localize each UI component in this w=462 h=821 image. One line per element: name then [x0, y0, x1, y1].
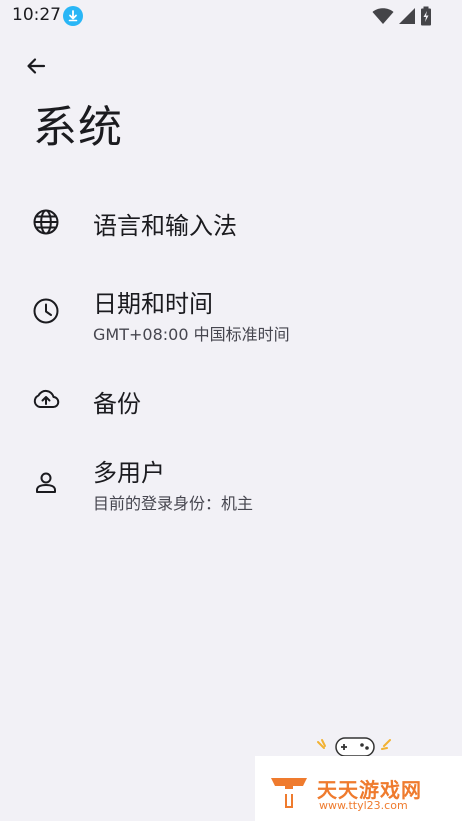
clock-icon	[32, 297, 60, 325]
settings-item-language[interactable]: 语言和输入法	[0, 185, 462, 261]
status-icons	[372, 6, 432, 30]
page-title: 系统	[33, 102, 123, 153]
back-button[interactable]	[20, 52, 52, 84]
settings-item-subtitle: GMT+08:00 中国标准时间	[93, 325, 290, 344]
tt-logo-icon	[269, 774, 309, 814]
settings-item-backup[interactable]: 备份	[0, 358, 462, 436]
settings-list: 语言和输入法 日期和时间 GMT+08:00 中国标准时间 备份 多用户 目前的…	[0, 185, 462, 528]
settings-item-title: 日期和时间	[93, 290, 213, 318]
settings-item-date-time[interactable]: 日期和时间 GMT+08:00 中国标准时间	[0, 271, 462, 358]
settings-item-title: 多用户	[93, 459, 165, 487]
settings-item-title: 语言和输入法	[93, 212, 237, 240]
watermark-url: www.ttyl23.com	[319, 799, 408, 812]
settings-item-multiple-users[interactable]: 多用户 目前的登录身份：机主	[0, 436, 462, 528]
download-icon	[63, 6, 83, 26]
person-icon	[32, 469, 60, 497]
wifi-icon	[372, 7, 394, 29]
cloud-upload-icon	[32, 385, 60, 413]
arrow-back-icon	[24, 54, 48, 82]
status-time: 10:27	[12, 5, 61, 25]
settings-item-title: 备份	[93, 390, 141, 418]
status-bar: 10:27	[0, 0, 462, 32]
globe-icon	[32, 208, 60, 236]
battery-charging-icon	[420, 6, 432, 30]
settings-item-subtitle: 目前的登录身份：机主	[93, 494, 254, 513]
watermark: 天天游戏网 www.ttyl23.com	[255, 756, 462, 821]
signal-icon	[398, 7, 416, 29]
